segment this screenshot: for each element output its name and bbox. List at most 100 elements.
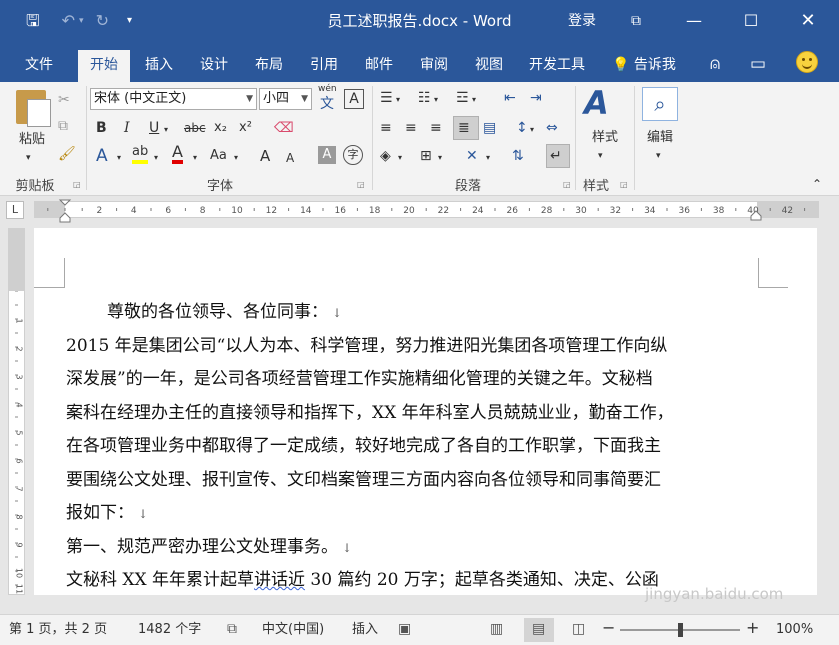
tab-selector-icon[interactable]: L xyxy=(6,201,24,219)
tab-file[interactable]: 文件 xyxy=(14,50,64,82)
paragraph-line[interactable]: 在各项管理业务中都取得了一定成绩，较好地完成了各自的工作职掌，下面我主 xyxy=(66,430,766,464)
language-indicator[interactable]: 中文(中国) xyxy=(262,621,324,639)
enclosed-char-icon[interactable]: A xyxy=(344,89,364,109)
numbering-icon[interactable]: ☷ xyxy=(418,88,431,108)
paragraph-line[interactable]: 深发展”的一年，是公司各项经营管理工作实施精细化管理的关键之年。文秘档 xyxy=(66,363,766,397)
paragraph-line[interactable]: 报如下： ↓ xyxy=(66,497,766,531)
vertical-ruler[interactable]: 211234567891011 xyxy=(8,228,25,595)
comments-icon[interactable]: ▭ xyxy=(750,53,766,75)
multilevel-list-icon[interactable]: ☲ xyxy=(456,88,469,108)
text-effects-dropdown-icon[interactable]: ▾ xyxy=(117,148,121,168)
decrease-indent-icon[interactable]: ⇤ xyxy=(504,88,516,108)
collapse-ribbon-icon[interactable]: ⌃ xyxy=(812,174,822,194)
phonetic-guide-icon[interactable]: 文 xyxy=(320,94,334,114)
shading-dropdown-icon[interactable]: ▾ xyxy=(398,148,402,168)
paragraph-launcher-icon[interactable]: ◲ xyxy=(563,180,571,189)
tell-me-box[interactable]: 💡 告诉我 xyxy=(612,50,676,80)
bullets-icon[interactable]: ☰ xyxy=(380,88,393,108)
subscript-button[interactable]: x₂ xyxy=(214,118,227,138)
feedback-smiley-icon[interactable] xyxy=(796,51,818,73)
web-layout-icon[interactable]: ◫ xyxy=(572,620,585,638)
print-layout-icon[interactable]: ▤ xyxy=(532,620,545,638)
justify-icon[interactable]: ≣ xyxy=(458,118,470,138)
styles-icon[interactable]: A xyxy=(584,84,609,122)
page-count[interactable]: 第 1 页，共 2 页 xyxy=(9,621,107,639)
copy-icon[interactable]: ⧉ xyxy=(58,116,68,136)
shading-icon[interactable]: ◈ xyxy=(380,146,391,166)
borders-dropdown-icon[interactable]: ▾ xyxy=(438,148,442,168)
increase-indent-icon[interactable]: ⇥ xyxy=(530,88,542,108)
paste-dropdown-icon[interactable]: ▾ xyxy=(26,148,31,168)
change-case-dropdown-icon[interactable]: ▾ xyxy=(234,148,238,168)
close-button[interactable]: ✕ xyxy=(790,8,826,34)
zoom-in-button[interactable]: + xyxy=(746,619,759,637)
font-color-dropdown-icon[interactable]: ▾ xyxy=(193,148,197,168)
maximize-button[interactable]: ☐ xyxy=(733,8,769,34)
search-icon[interactable]: ⌕ xyxy=(642,87,678,121)
clipboard-launcher-icon[interactable]: ◲ xyxy=(73,180,81,189)
cut-icon[interactable]: ✂ xyxy=(58,90,70,110)
multilevel-dropdown-icon[interactable]: ▾ xyxy=(472,90,476,110)
styles-launcher-icon[interactable]: ◲ xyxy=(620,180,628,189)
tab-view[interactable]: 视图 xyxy=(466,50,512,82)
font-launcher-icon[interactable]: ◲ xyxy=(357,180,365,189)
zoom-level[interactable]: 100% xyxy=(776,621,813,639)
tab-layout[interactable]: 布局 xyxy=(246,50,292,82)
zoom-out-button[interactable]: − xyxy=(602,619,615,637)
share-user-icon[interactable]: ⍝ xyxy=(710,53,720,75)
right-indent-marker[interactable] xyxy=(750,209,762,221)
line-spacing-dropdown-icon[interactable]: ▾ xyxy=(530,120,534,140)
underline-dropdown-icon[interactable]: ▾ xyxy=(164,120,168,140)
read-mode-icon[interactable]: ▥ xyxy=(490,620,503,638)
enclose-characters-button[interactable]: 字 xyxy=(343,145,363,165)
clear-formatting-icon[interactable]: ⌫ xyxy=(274,118,294,138)
undo-icon[interactable]: ↶ xyxy=(62,11,75,31)
tab-home[interactable]: 开始 xyxy=(78,50,130,82)
sort-icon[interactable]: ⇅ xyxy=(512,146,524,166)
customize-qat-icon[interactable]: ▾ xyxy=(127,11,132,31)
asian-layout-dropdown-icon[interactable]: ▾ xyxy=(486,148,490,168)
document-body[interactable]: 尊敬的各位领导、各位同事： ↓ 2015 年是集团公司“以人为本、科学管理，努力推进… xyxy=(66,296,766,598)
save-icon[interactable]: 🖫 xyxy=(26,11,40,31)
tab-review[interactable]: 审阅 xyxy=(411,50,457,82)
paste-button-label[interactable]: 粘贴 xyxy=(14,130,50,150)
styles-button-label[interactable]: 样式 xyxy=(588,128,622,148)
underline-button[interactable]: U xyxy=(149,118,159,138)
character-shading-button[interactable]: A xyxy=(318,146,336,164)
paragraph-line[interactable]: 第一、规范严密办理公文处理事务。 ↓ xyxy=(66,531,766,565)
styles-dropdown-icon[interactable]: ▾ xyxy=(598,146,603,166)
font-color-button[interactable]: A xyxy=(172,144,183,164)
proofing-icon[interactable]: ⧉ xyxy=(227,620,237,638)
font-size-combo[interactable]: 小四 ▼ xyxy=(259,88,312,110)
align-right-icon[interactable]: ≡ xyxy=(430,118,442,138)
macro-recording-icon[interactable]: ▣ xyxy=(398,620,411,638)
font-name-combo[interactable]: 宋体 (中文正文) ▼ xyxy=(90,88,257,110)
change-case-button[interactable]: Aa xyxy=(210,146,227,166)
tab-design[interactable]: 设计 xyxy=(191,50,237,82)
paragraph-line[interactable]: 尊敬的各位领导、各位同事： ↓ xyxy=(66,296,766,330)
bullets-dropdown-icon[interactable]: ▾ xyxy=(396,90,400,110)
phonetic-guide-label[interactable]: wén xyxy=(318,84,337,94)
borders-icon[interactable]: ⊞ xyxy=(420,146,432,166)
grow-font-button[interactable]: A xyxy=(260,146,270,166)
paragraph-line[interactable]: 要围绕公文处理、报刊宣传、文印档案管理三方面内容向各位领导和同事简要汇 xyxy=(66,464,766,498)
bold-button[interactable]: B xyxy=(96,118,107,138)
zoom-slider-thumb[interactable] xyxy=(678,623,683,637)
superscript-button[interactable]: x² xyxy=(239,118,252,138)
login-link[interactable]: 登录 xyxy=(568,11,596,31)
chinese-layout-icon[interactable]: ⇔ xyxy=(546,118,558,138)
ribbon-display-options-icon[interactable]: ⧉ xyxy=(618,8,654,34)
align-left-icon[interactable]: ≡ xyxy=(380,118,392,138)
text-effects-icon[interactable]: A xyxy=(96,146,108,166)
tab-insert[interactable]: 插入 xyxy=(136,50,182,82)
strikethrough-button[interactable]: abc xyxy=(184,118,206,138)
italic-button[interactable]: I xyxy=(124,118,130,138)
horizontal-ruler[interactable]: 224681012141618202224262830323436384042 xyxy=(34,201,819,218)
insert-mode[interactable]: 插入 xyxy=(352,621,378,639)
paragraph-line[interactable]: 案科在经理办主任的直接领导和指挥下，XX 年年科室人员兢兢业业，勤奋工作， xyxy=(66,397,766,431)
highlight-button[interactable]: ab xyxy=(132,144,149,164)
highlight-dropdown-icon[interactable]: ▾ xyxy=(154,148,158,168)
editing-dropdown-icon[interactable]: ▾ xyxy=(656,146,661,166)
indent-markers[interactable] xyxy=(58,198,74,224)
tab-references[interactable]: 引用 xyxy=(301,50,347,82)
